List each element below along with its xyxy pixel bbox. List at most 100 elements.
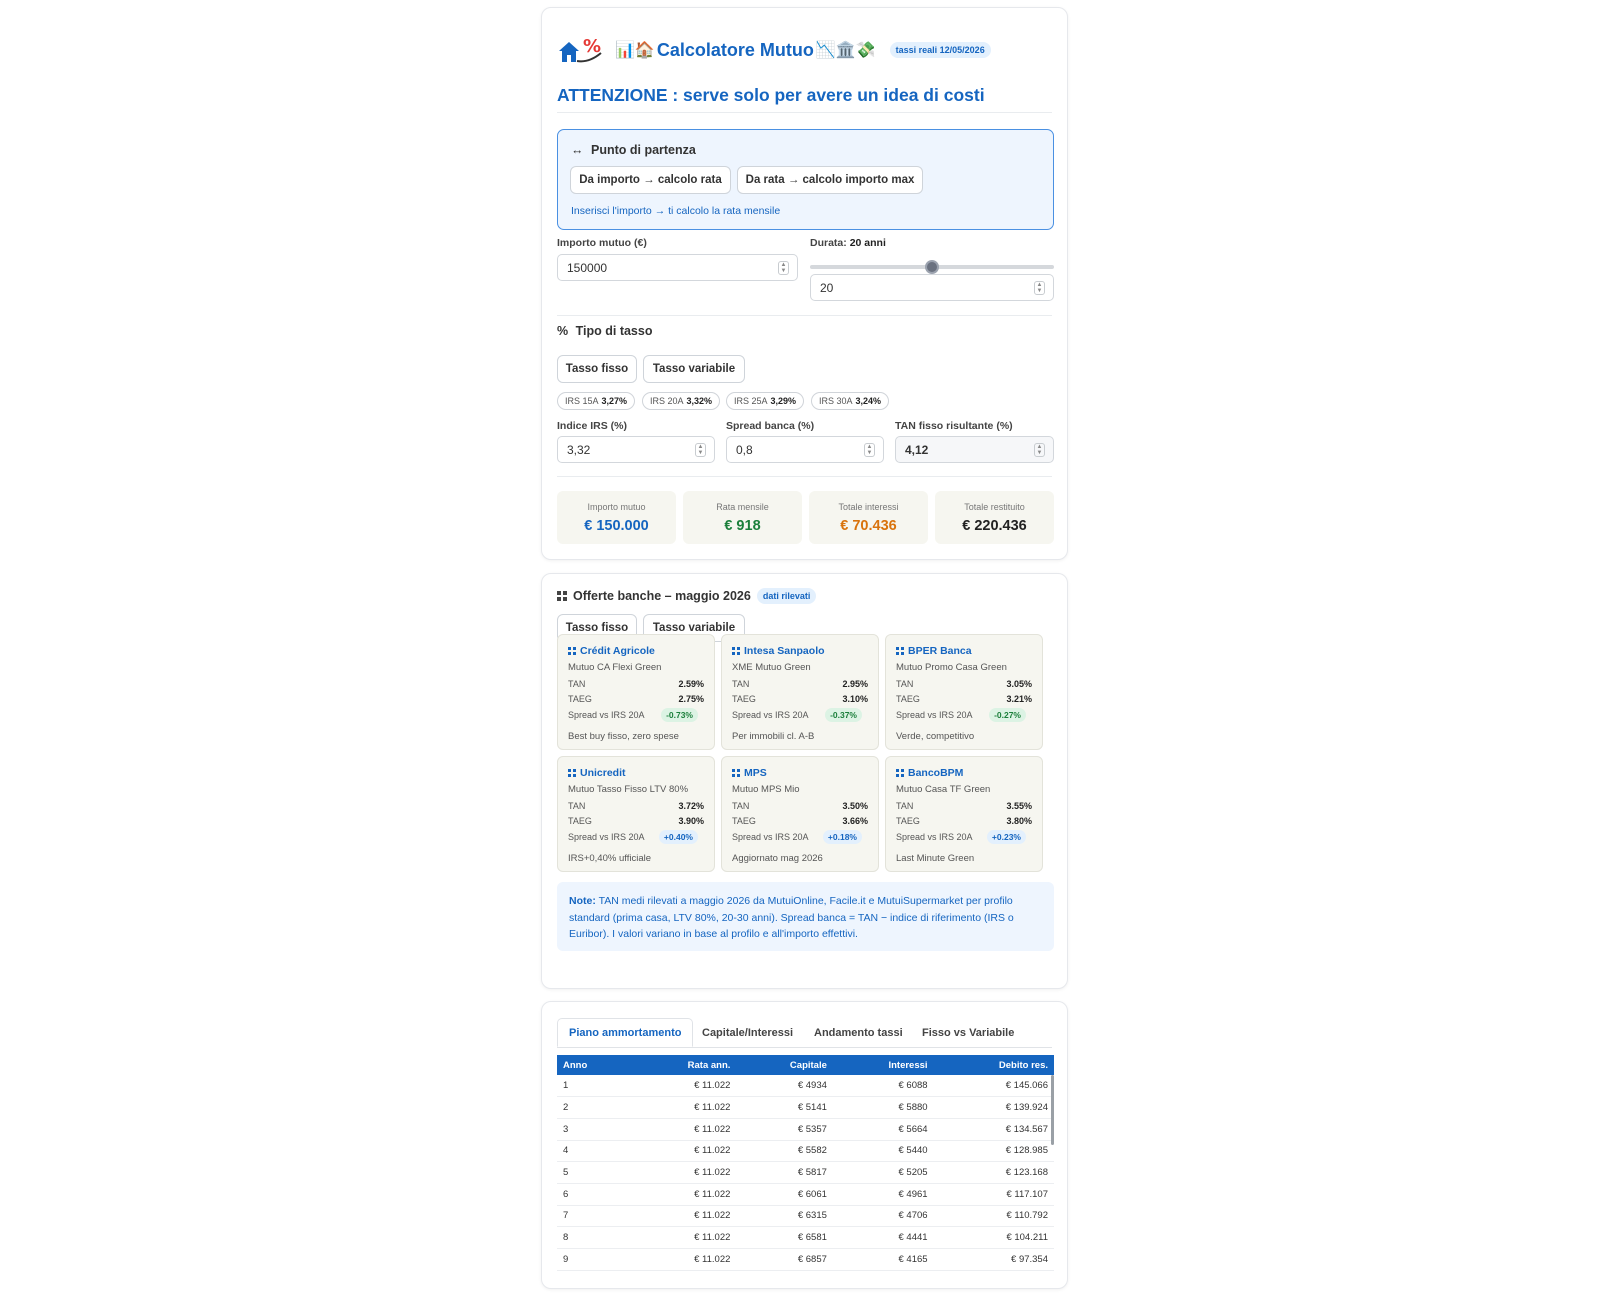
bank-name: Unicredit: [568, 767, 626, 779]
bank-name: Intesa Sanpaolo: [732, 645, 825, 657]
spread-input[interactable]: 0,8 ▲ ▼: [726, 436, 884, 463]
taeg-row-value: 3.21%: [1006, 694, 1032, 704]
taeg-row-label: TAEG: [896, 694, 920, 704]
spinner-icon[interactable]: ▲ ▼: [1034, 442, 1045, 457]
starting-point-title: ↔ Punto di partenza: [571, 143, 696, 157]
tan-row-value: 3.55%: [1006, 801, 1032, 811]
tab-variable-rate[interactable]: Tasso variabile: [643, 355, 745, 383]
mode-from-amount-button[interactable]: Da importo → calcolo rata: [570, 166, 731, 194]
bank-offers-card: Offerte banche – maggio 2026 dati rileva…: [541, 573, 1068, 989]
bank-grid-icon: [732, 647, 740, 655]
irs-chip[interactable]: IRS 30A 3,24%: [811, 392, 890, 410]
bank-note: Per immobili cl. A-B: [732, 731, 815, 742]
tan-row-label: TAN: [896, 801, 914, 811]
summary-total-repaid: Totale restituito € 220.436: [935, 491, 1054, 544]
table-cell: 7: [557, 1205, 629, 1228]
spread-label: Spread banca (%): [726, 420, 815, 432]
spread-badge: -0.27%: [989, 708, 1026, 722]
house-percent-logo-icon: %: [557, 35, 607, 65]
table-cell: 4: [557, 1140, 629, 1163]
tab-amortization-plan[interactable]: Piano ammortamento: [557, 1018, 694, 1047]
taeg-row-label: TAEG: [732, 816, 756, 826]
tab-fixed-vs-variable[interactable]: Fisso vs Variabile: [922, 1018, 1014, 1047]
summary-total-interest: Totale interessi € 70.436: [809, 491, 928, 544]
tan-input[interactable]: 4,12 ▲ ▼: [895, 436, 1054, 463]
tab-fixed-rate[interactable]: Tasso fisso: [557, 355, 637, 383]
irs-input[interactable]: 3,32 ▲ ▼: [557, 436, 715, 463]
irs-chip[interactable]: IRS 25A 3,29%: [726, 392, 805, 410]
taeg-row: TAEG 3.80%: [896, 816, 1032, 826]
taeg-row: TAEG 3.21%: [896, 694, 1032, 704]
tan-row: TAN 3.50%: [732, 801, 868, 811]
spread-badge: -0.37%: [825, 708, 862, 722]
spread-row-label: Spread vs IRS 20A: [568, 832, 645, 842]
table-cell: 2: [557, 1096, 629, 1119]
table-cell: € 6315: [736, 1205, 833, 1228]
summary-value: € 918: [724, 518, 761, 534]
duration-label: Durata: 20 anni: [810, 237, 886, 249]
spinner-icon[interactable]: ▲ ▼: [695, 442, 706, 457]
bank-grid-icon: [896, 769, 904, 777]
summary-label: Totale restituito: [964, 502, 1025, 512]
tan-row-label: TAN: [568, 679, 586, 689]
taeg-row-value: 3.10%: [842, 694, 868, 704]
taeg-row-label: TAEG: [568, 816, 592, 826]
chip-label: IRS 25A: [734, 396, 768, 406]
table-cell: € 11.022: [628, 1118, 737, 1141]
bank-product: Mutuo Tasso Fisso LTV 80%: [568, 784, 689, 795]
table-cell: 1: [557, 1075, 629, 1098]
table-cell: 6: [557, 1183, 629, 1206]
rate-type-title: % Tipo di tasso: [557, 324, 652, 338]
irs-chip[interactable]: IRS 20A 3,32%: [642, 392, 721, 410]
table-cell: € 123.168: [933, 1161, 1054, 1184]
bank-grid-icon: [732, 769, 740, 777]
bank-offer-card: MPS Mutuo MPS Mio TAN 3.50% TAEG 3.66% Spread …: [721, 756, 879, 872]
tab-capital-interest[interactable]: Capitale/Interessi: [702, 1018, 793, 1047]
irs-chip[interactable]: IRS 15A 3,27%: [557, 392, 636, 410]
chip-value: 3,29%: [770, 396, 797, 406]
table-cell: 9: [557, 1248, 629, 1271]
table-cell: € 11.022: [628, 1161, 737, 1184]
spread-badge: +0.18%: [822, 830, 862, 844]
spread-row: Spread vs IRS 20A -0.27%: [896, 708, 1032, 722]
bank-offer-card: Crédit Agricole Mutuo CA Flexi Green TAN 2.…: [557, 634, 715, 750]
title-prefix-emoji: 📊🏠: [615, 42, 655, 59]
bank-grid-icon: [568, 769, 576, 777]
table-scrollbar[interactable]: [1051, 1075, 1054, 1145]
spread-row-label: Spread vs IRS 20A: [896, 710, 973, 720]
column-header: Rata ann.: [628, 1055, 737, 1075]
table-header-row: Anno Rata ann. Capitale Interessi Debito res…: [557, 1055, 1054, 1075]
tabs-underline: [557, 1047, 1052, 1048]
duration-input[interactable]: 20 ▲ ▼: [810, 274, 1054, 301]
table-cell: € 5205: [832, 1161, 934, 1184]
divider: [557, 476, 1052, 477]
bank-product: Mutuo Casa TF Green: [896, 784, 991, 795]
bank-name-text: BancoBPM: [908, 767, 964, 779]
chip-label: IRS 15A: [565, 396, 599, 406]
table-cell: € 11.022: [628, 1183, 737, 1206]
chip-label: IRS 20A: [650, 396, 684, 406]
duration-slider-handle[interactable]: [925, 260, 939, 274]
offers-note: Note: TAN medi rilevati a maggio 2026 da…: [557, 882, 1054, 951]
table-row: 8 € 11.022 € 6581 € 4441 € 104.211: [557, 1226, 1054, 1249]
spinner-icon[interactable]: ▲ ▼: [778, 260, 789, 275]
table-row: 9 € 11.022 € 6857 € 4165 € 97.354: [557, 1248, 1054, 1271]
table-cell: € 5664: [832, 1118, 934, 1141]
bank-name-text: MPS: [744, 767, 767, 779]
amount-input[interactable]: 150000 ▲ ▼: [557, 254, 798, 281]
taeg-row: TAEG 3.90%: [568, 816, 704, 826]
table-cell: € 6088: [832, 1075, 934, 1098]
spinner-icon[interactable]: ▲ ▼: [1034, 280, 1045, 295]
percent-icon: %: [557, 324, 569, 338]
column-header: Anno: [557, 1055, 629, 1075]
spinner-icon[interactable]: ▲ ▼: [864, 442, 875, 457]
bank-offer-card: Unicredit Mutuo Tasso Fisso LTV 80% TAN 3.7…: [557, 756, 715, 872]
table-row: 1 € 11.022 € 4934 € 6088 € 145.066: [557, 1075, 1054, 1098]
tab-rate-trend[interactable]: Andamento tassi: [814, 1018, 903, 1047]
bank-note: Best buy fisso, zero spese: [568, 731, 679, 742]
table-cell: € 134.567: [933, 1118, 1054, 1141]
taeg-row-label: TAEG: [732, 694, 756, 704]
mode-from-rate-button[interactable]: Da rata → calcolo importo max: [737, 166, 923, 194]
table-row: 3 € 11.022 € 5357 € 5664 € 134.567: [557, 1118, 1054, 1141]
table-cell: € 11.022: [628, 1205, 737, 1228]
